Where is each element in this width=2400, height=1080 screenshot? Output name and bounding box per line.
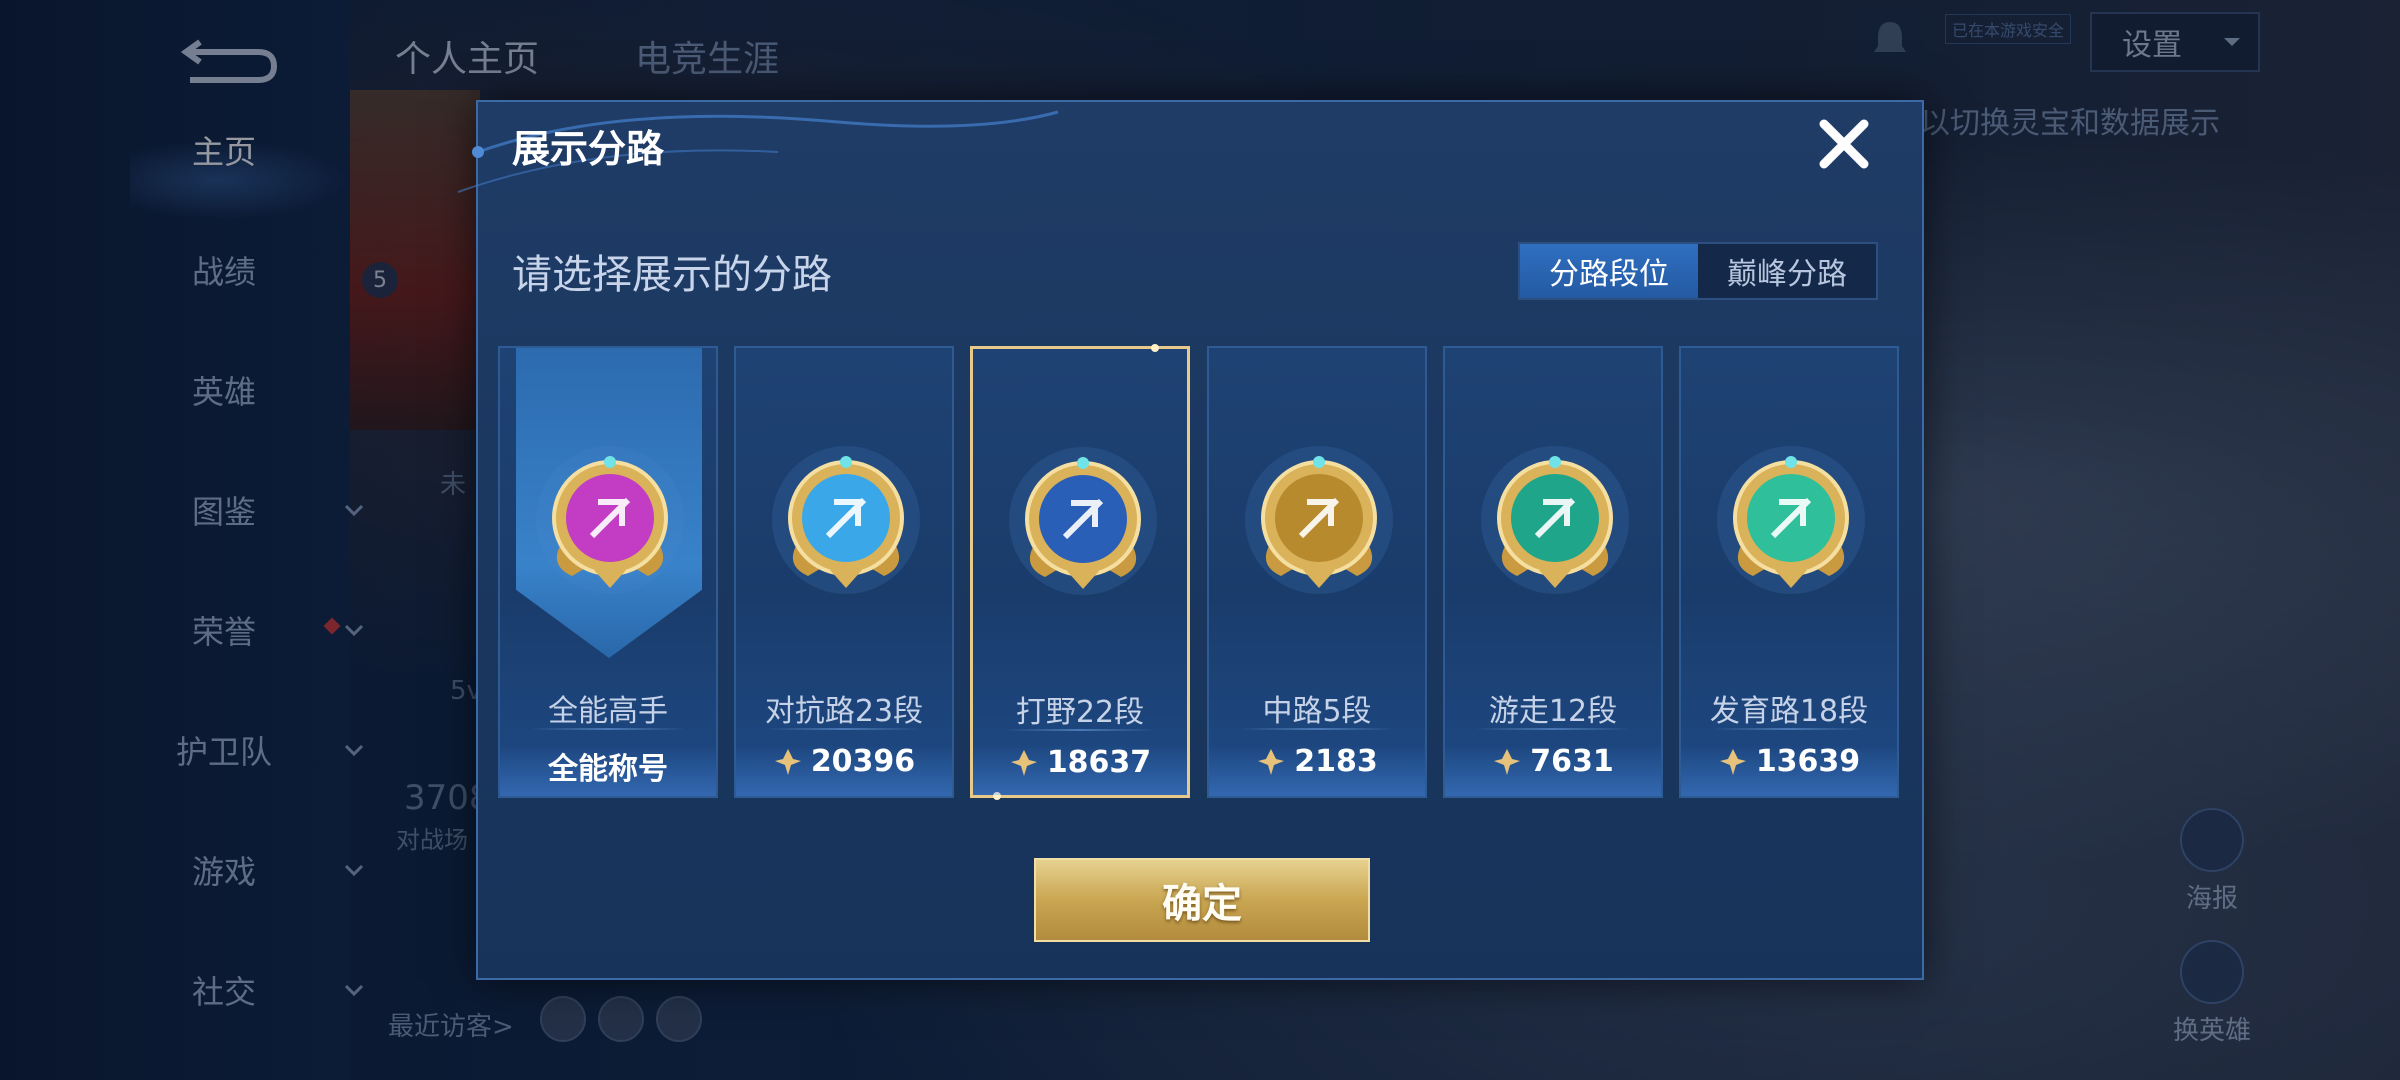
power-score-icon — [1010, 749, 1037, 776]
mid-lane-emblem-icon — [1245, 446, 1393, 594]
lane-name: 全能高手 — [548, 694, 668, 729]
all-round-emblem-icon — [536, 446, 684, 594]
lane-name: 打野22段 — [1015, 695, 1145, 730]
tab-peak-lane[interactable]: 巅峰分路 — [1698, 244, 1876, 298]
lane-score: 13639 — [1681, 744, 1897, 779]
lane-score: 2183 — [1209, 744, 1425, 779]
card-divider — [530, 728, 686, 730]
card-divider — [766, 728, 922, 730]
lane-score: 7631 — [1445, 744, 1661, 779]
lane-score-value: 13639 — [1755, 744, 1861, 779]
lane-display-dialog: 展示分路 请选择展示的分路 分路段位 巅峰分路 全能高手 全能称号 对抗路23段 20… — [457, 100, 1924, 980]
lane-score: 20396 — [736, 744, 952, 779]
card-divider — [1239, 728, 1395, 730]
farm-lane-emblem-icon — [1717, 446, 1865, 594]
lane-name: 对抗路23段 — [764, 694, 924, 729]
lane-card-3[interactable]: 中路5段 2183 — [1207, 346, 1427, 798]
lane-card-1[interactable]: 对抗路23段 20396 — [734, 346, 954, 798]
close-icon[interactable] — [1812, 112, 1876, 176]
selection-corner-dot — [1151, 344, 1159, 352]
lane-score-value: 全能称号 — [548, 752, 668, 787]
lane-score-value: 20396 — [810, 744, 916, 779]
lane-name: 游走12段 — [1488, 694, 1618, 729]
lane-cards: 全能高手 全能称号 对抗路23段 20396 打野22段 18637 中路5段 2183 游走1… — [498, 344, 1908, 800]
lane-card-5[interactable]: 发育路18段 13639 — [1679, 346, 1899, 798]
lane-score-value: 7631 — [1530, 744, 1614, 779]
confirm-button[interactable]: 确定 — [1034, 858, 1370, 942]
power-score-icon — [1494, 748, 1521, 775]
lane-mode-toggle: 分路段位 巅峰分路 — [1518, 242, 1878, 300]
lane-card-2[interactable]: 打野22段 18637 — [970, 344, 1190, 800]
lane-name: 中路5段 — [1262, 694, 1372, 729]
card-divider — [1003, 729, 1157, 731]
lane-score-value: 2183 — [1294, 744, 1378, 779]
lane-card-4[interactable]: 游走12段 7631 — [1443, 346, 1663, 798]
card-divider — [1711, 728, 1867, 730]
clash-lane-emblem-icon — [772, 446, 920, 594]
card-divider — [1475, 728, 1631, 730]
lane-score: 18637 — [973, 745, 1187, 780]
lane-score-value: 18637 — [1046, 745, 1152, 780]
roam-emblem-icon — [1481, 446, 1629, 594]
dialog-subtitle: 请选择展示的分路 — [512, 252, 832, 298]
power-score-icon — [1258, 748, 1285, 775]
dialog-title: 展示分路 — [512, 127, 665, 171]
lane-name: 发育路18段 — [1709, 694, 1869, 729]
lane-score: 全能称号 — [500, 744, 716, 788]
jungle-emblem-icon — [1009, 447, 1157, 595]
power-score-icon — [1719, 748, 1746, 775]
tab-lane-rank[interactable]: 分路段位 — [1520, 244, 1698, 298]
power-score-icon — [774, 748, 801, 775]
lane-card-0[interactable]: 全能高手 全能称号 — [498, 346, 718, 798]
